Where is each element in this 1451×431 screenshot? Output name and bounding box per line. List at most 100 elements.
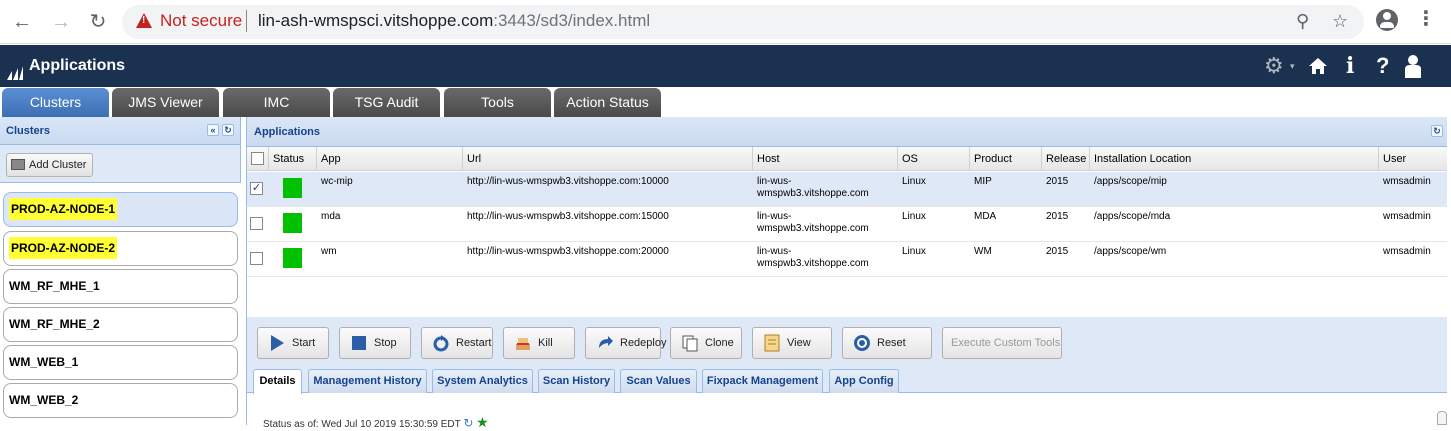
kill-label: Kill bbox=[538, 337, 553, 349]
status-indicator bbox=[283, 248, 302, 268]
kill-button[interactable]: Kill bbox=[503, 327, 575, 359]
clone-icon bbox=[682, 335, 698, 352]
cluster-item[interactable]: PROD-AZ-NODE-2 bbox=[3, 231, 238, 266]
tab-fixpack-management[interactable]: Fixpack Management bbox=[702, 369, 823, 393]
kill-icon bbox=[516, 338, 530, 350]
cell-os: Linux bbox=[902, 246, 926, 257]
row-checkbox[interactable]: ✓ bbox=[250, 182, 263, 195]
back-icon[interactable]: ← bbox=[8, 8, 36, 36]
col-user[interactable]: User bbox=[1378, 147, 1447, 171]
cell-host-line1: lin-wus- bbox=[757, 211, 792, 222]
refresh-icon[interactable]: ↻ bbox=[463, 416, 473, 430]
tab-action-status[interactable]: Action Status bbox=[554, 88, 661, 117]
menu-dots-icon[interactable]: ⋮ bbox=[1416, 6, 1436, 31]
cluster-label: WM_RF_MHE_1 bbox=[9, 279, 100, 293]
address-bar[interactable]: Not secure lin-ash-wmspsci.vitshoppe.com… bbox=[122, 5, 1364, 39]
info-icon[interactable]: i bbox=[1346, 53, 1354, 79]
cell-location: /apps/scope/mda bbox=[1094, 211, 1171, 222]
user-icon[interactable] bbox=[1402, 54, 1424, 78]
tab-details[interactable]: Details bbox=[253, 369, 302, 394]
row-checkbox[interactable] bbox=[250, 252, 263, 265]
profile-icon[interactable] bbox=[1376, 9, 1398, 31]
cell-os: Linux bbox=[902, 211, 926, 222]
clone-button[interactable]: Clone bbox=[670, 327, 742, 359]
tab-app-config[interactable]: App Config bbox=[829, 369, 899, 393]
table-row[interactable]: mda http://lin-wus-wmspwb3.vitshoppe.com… bbox=[247, 207, 1447, 242]
status-indicator bbox=[283, 178, 302, 198]
forward-icon[interactable]: → bbox=[47, 8, 75, 36]
cell-url: http://lin-wus-wmspwb3.vitshoppe.com:100… bbox=[467, 176, 669, 187]
cell-product: WM bbox=[974, 246, 992, 257]
add-cluster-button[interactable]: Add Cluster bbox=[6, 153, 94, 177]
tab-clusters[interactable]: Clusters bbox=[2, 88, 109, 117]
tab-management-history[interactable]: Management History bbox=[308, 369, 427, 393]
tab-jms-viewer[interactable]: JMS Viewer bbox=[112, 88, 219, 117]
select-all-checkbox[interactable] bbox=[251, 152, 264, 165]
col-installation-location[interactable]: Installation Location bbox=[1089, 147, 1378, 171]
cluster-label: WM_RF_MHE_2 bbox=[9, 317, 100, 331]
row-checkbox[interactable] bbox=[250, 217, 263, 230]
cluster-item[interactable]: WM_RF_MHE_2 bbox=[3, 307, 238, 342]
reload-icon[interactable]: ↻ bbox=[84, 8, 112, 36]
detail-tabs: Details Management History System Analyt… bbox=[247, 363, 1447, 394]
col-status[interactable]: Status bbox=[268, 147, 316, 171]
tab-scan-history[interactable]: Scan History bbox=[538, 369, 615, 393]
url-text[interactable]: lin-ash-wmspsci.vitshoppe.com:3443/sd3/i… bbox=[258, 11, 650, 31]
reset-status-icon bbox=[854, 335, 870, 351]
tab-tsg-audit[interactable]: TSG Audit bbox=[333, 88, 440, 117]
start-button[interactable]: Start bbox=[257, 327, 329, 359]
gear-dropdown-icon[interactable]: ▾ bbox=[1290, 61, 1295, 72]
bookmark-star-icon[interactable]: ☆ bbox=[1332, 11, 1348, 32]
cluster-item[interactable]: WM_RF_MHE_1 bbox=[3, 269, 238, 304]
col-release[interactable]: Release bbox=[1041, 147, 1089, 171]
not-secure-label[interactable]: Not secure bbox=[160, 11, 242, 31]
table-row[interactable]: wm http://lin-wus-wmspwb3.vitshoppe.com:… bbox=[247, 242, 1447, 277]
tab-system-analytics[interactable]: System Analytics bbox=[432, 369, 533, 393]
execute-custom-tools-button[interactable]: Execute Custom Tools ▼ bbox=[942, 327, 1062, 378]
refresh-applications-icon[interactable]: ↻ bbox=[1431, 125, 1443, 137]
restart-label: Restart bbox=[456, 337, 492, 349]
clusters-panel-title: Clusters « ↻ bbox=[0, 117, 240, 145]
restart-button[interactable]: Restart bbox=[421, 327, 493, 359]
cluster-item[interactable]: PROD-AZ-NODE-1 bbox=[3, 192, 238, 227]
view-logs-button[interactable]: View Logs bbox=[752, 327, 832, 379]
col-host[interactable]: Host bbox=[752, 147, 897, 171]
col-app[interactable]: App bbox=[316, 147, 462, 171]
col-product[interactable]: Product bbox=[969, 147, 1041, 171]
table-row[interactable]: ✓ wc-mip http://lin-wus-wmspwb3.vitshopp… bbox=[247, 172, 1447, 207]
col-os[interactable]: OS bbox=[897, 147, 969, 171]
url-host: lin-ash-wmspsci.vitshoppe.com bbox=[258, 11, 494, 30]
cell-app: mda bbox=[321, 211, 341, 222]
cell-url: http://lin-wus-wmspwb3.vitshoppe.com:150… bbox=[467, 211, 669, 222]
col-url[interactable]: Url bbox=[462, 147, 752, 171]
tab-tools[interactable]: Tools bbox=[444, 88, 551, 117]
cluster-item[interactable]: WM_WEB_1 bbox=[3, 345, 238, 380]
tab-scan-values[interactable]: Scan Values bbox=[620, 369, 697, 393]
logs-icon bbox=[764, 334, 780, 352]
collapse-icon[interactable]: « bbox=[207, 124, 219, 136]
clusters-toolbar: Add Cluster bbox=[0, 145, 240, 183]
scrollbar[interactable] bbox=[1437, 411, 1447, 425]
tab-imc[interactable]: IMC bbox=[223, 88, 330, 117]
cluster-label: WM_WEB_1 bbox=[9, 355, 79, 369]
cell-location: /apps/scope/mip bbox=[1094, 176, 1167, 187]
refresh-clusters-icon[interactable]: ↻ bbox=[222, 124, 234, 136]
redeploy-button[interactable]: Redeploy bbox=[585, 327, 666, 359]
cell-os: Linux bbox=[902, 176, 926, 187]
cell-app: wc-mip bbox=[321, 176, 353, 187]
cell-host-line1: lin-wus- bbox=[757, 176, 792, 187]
home-icon[interactable] bbox=[1308, 56, 1328, 76]
stop-label: Stop bbox=[374, 337, 397, 349]
help-icon[interactable]: ? bbox=[1376, 53, 1389, 79]
cluster-item[interactable]: WM_WEB_2 bbox=[3, 383, 238, 418]
stop-button[interactable]: Stop bbox=[339, 327, 411, 359]
stop-icon bbox=[352, 336, 366, 350]
gear-icon[interactable]: ⚙ bbox=[1264, 53, 1284, 79]
action-toolbar: Start Stop Restart Kill Redeploy Clone V… bbox=[247, 317, 1447, 379]
star-icon[interactable]: ★ bbox=[476, 414, 489, 430]
restart-icon bbox=[433, 335, 449, 352]
zoom-icon[interactable]: ⚲ bbox=[1296, 11, 1309, 32]
status-line: Status as of: Wed Jul 10 2019 15:30:59 E… bbox=[263, 414, 489, 431]
reset-status-button[interactable]: Reset Status bbox=[842, 327, 932, 379]
add-cluster-label: Add Cluster bbox=[29, 159, 87, 171]
